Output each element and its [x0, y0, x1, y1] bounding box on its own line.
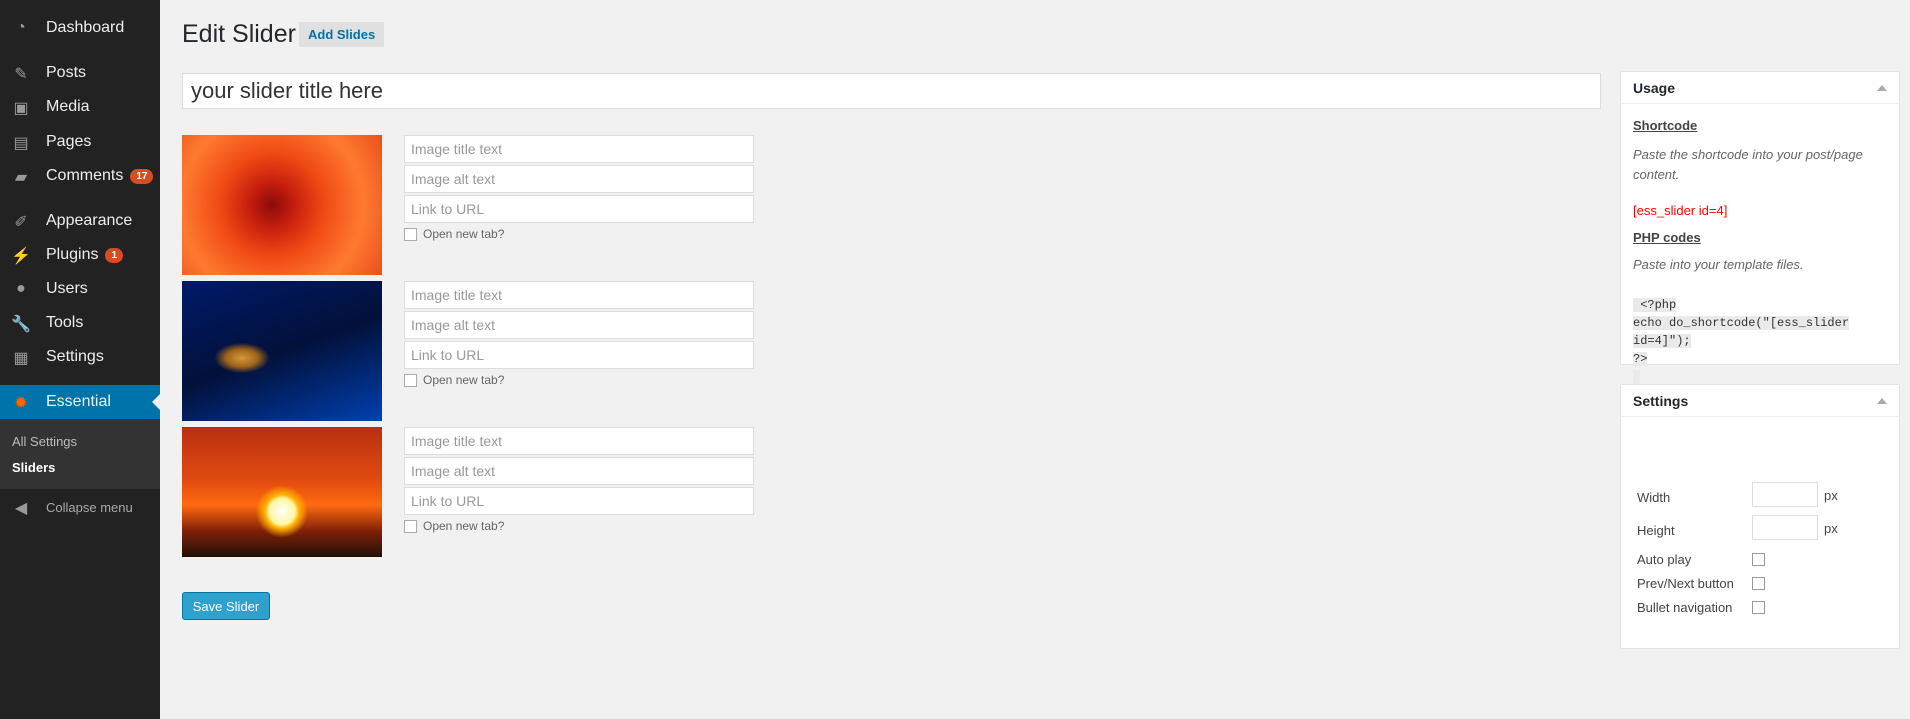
- brush-icon: ✐: [14, 214, 28, 231]
- menu-media[interactable]: ▣ Media: [0, 90, 160, 124]
- menu-plugins[interactable]: ⚡ Plugins 1: [0, 238, 160, 272]
- new-tab-checkbox[interactable]: [404, 227, 417, 241]
- image-alt-input[interactable]: [404, 165, 754, 193]
- bullet-label: Bullet navigation: [1637, 600, 1733, 615]
- collapse-icon: ◀: [14, 500, 28, 517]
- menu-appearance[interactable]: ✐ Appearance: [0, 204, 160, 238]
- submenu: All Settings Sliders: [0, 419, 160, 489]
- comments-badge: 17: [130, 168, 154, 184]
- settings-title: Settings: [1633, 392, 1689, 409]
- autoplay-checkbox[interactable]: [1752, 553, 1765, 566]
- menu-dashboard[interactable]: ◔ Dashboard: [0, 11, 160, 45]
- comment-icon: ▰: [14, 169, 28, 186]
- slide-image-sunset: [182, 427, 382, 557]
- add-slides-button[interactable]: Add Slides: [299, 22, 385, 47]
- new-tab-checkbox[interactable]: [404, 519, 417, 533]
- php-desc: Paste into your template files.: [1633, 257, 1804, 272]
- open-new-tab[interactable]: Open new tab?: [404, 519, 504, 533]
- shortcode-value: [ess_slider id=4]: [1633, 203, 1728, 218]
- shortcode-heading: Shortcode: [1633, 118, 1698, 133]
- slide-image-jellyfish: [182, 281, 382, 421]
- usage-box: Usage Shortcode Paste the shortcode into…: [1620, 71, 1900, 384]
- usage-title: Usage: [1633, 79, 1676, 96]
- page-title: Edit Slider: [182, 20, 296, 48]
- php-code: <?php echo do_shortcode("[ess_slider id=…: [1633, 296, 1850, 386]
- collapse-toggle-icon[interactable]: [1877, 397, 1887, 404]
- user-icon: ●: [16, 280, 26, 297]
- menu-essential[interactable]: ✹ Essential: [0, 385, 160, 419]
- settings-box: Settings Width px Height px Auto play Pr…: [1620, 384, 1900, 649]
- height-unit: px: [1824, 521, 1838, 536]
- wrench-icon: 🔧: [11, 316, 31, 333]
- height-label: Height: [1637, 523, 1675, 538]
- menu-pages[interactable]: ▤ Pages: [0, 125, 160, 159]
- width-label: Width: [1637, 490, 1671, 505]
- open-new-tab[interactable]: Open new tab?: [404, 227, 504, 241]
- bullet-checkbox[interactable]: [1752, 601, 1765, 614]
- menu-users[interactable]: ● Users: [0, 272, 160, 306]
- menu-settings[interactable]: ▦ Settings: [0, 340, 160, 374]
- slider-title-input[interactable]: [182, 73, 1601, 109]
- menu-posts[interactable]: ✎ Posts: [0, 56, 160, 90]
- height-input[interactable]: [1752, 515, 1818, 540]
- image-title-input[interactable]: [404, 135, 754, 163]
- collapse-menu[interactable]: ◀ Collapse menu: [0, 490, 160, 524]
- gear-icon: ✹: [14, 395, 28, 412]
- save-slider-button[interactable]: Save Slider: [182, 592, 270, 620]
- prevnext-checkbox[interactable]: [1752, 577, 1765, 590]
- submenu-sliders[interactable]: Sliders: [12, 460, 55, 475]
- image-title-input[interactable]: [404, 427, 754, 455]
- plugin-icon: ⚡: [11, 248, 31, 265]
- prevnext-label: Prev/Next button: [1637, 576, 1734, 591]
- shortcode-desc: Paste the shortcode into your post/page …: [1633, 147, 1863, 182]
- active-arrow: [152, 394, 160, 410]
- autoplay-label: Auto play: [1637, 552, 1692, 567]
- pin-icon: ✎: [14, 66, 28, 83]
- open-new-tab[interactable]: Open new tab?: [404, 373, 504, 387]
- admin-sidebar: ◔ Dashboard ✎ Posts ▣ Media ▤ Pages ▰ Comment…: [0, 0, 160, 719]
- link-url-input[interactable]: [404, 341, 754, 369]
- new-tab-checkbox[interactable]: [404, 373, 417, 387]
- link-url-input[interactable]: [404, 195, 754, 223]
- dashboard-icon: ◔: [16, 19, 26, 36]
- image-title-input[interactable]: [404, 281, 754, 309]
- menu-tools[interactable]: 🔧 Tools: [0, 306, 160, 340]
- slide-image-flower: [182, 135, 382, 275]
- collapse-toggle-icon[interactable]: [1877, 84, 1887, 91]
- link-url-input[interactable]: [404, 487, 754, 515]
- submenu-all-settings[interactable]: All Settings: [12, 434, 77, 449]
- width-input[interactable]: [1752, 482, 1818, 507]
- media-icon: ▣: [13, 100, 29, 117]
- plugins-badge: 1: [105, 247, 124, 263]
- image-alt-input[interactable]: [404, 311, 754, 339]
- image-alt-input[interactable]: [404, 457, 754, 485]
- pages-icon: ▤: [13, 135, 29, 152]
- menu-comments[interactable]: ▰ Comments 17: [0, 159, 160, 193]
- php-heading: PHP codes: [1633, 230, 1701, 245]
- settings-icon: ▦: [13, 350, 29, 367]
- width-unit: px: [1824, 488, 1838, 503]
